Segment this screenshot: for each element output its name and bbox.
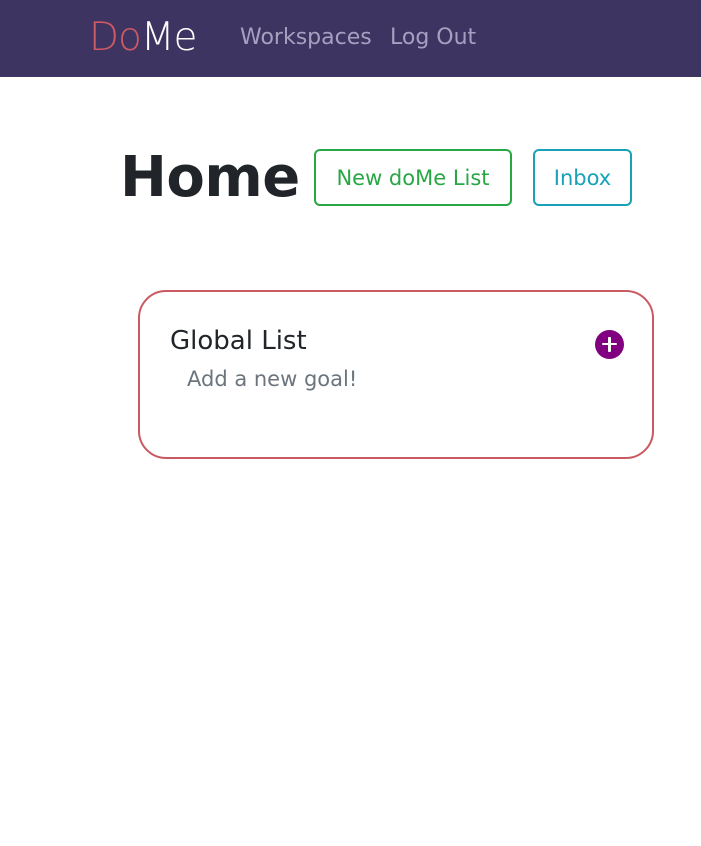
- plus-circle-icon[interactable]: [595, 330, 624, 359]
- brand-logo[interactable]: DoMe: [89, 14, 198, 62]
- list-card: Global List Add a new goal!: [138, 290, 654, 459]
- add-goal-input[interactable]: Add a new goal!: [187, 364, 357, 394]
- inbox-button[interactable]: Inbox: [533, 149, 632, 206]
- new-dome-list-button[interactable]: New doMe List: [314, 149, 512, 206]
- page-title: Home: [120, 145, 300, 210]
- list-card-title: Global List: [170, 326, 307, 356]
- nav-link-log-out[interactable]: Log Out: [390, 24, 476, 52]
- brand-part-do: Do: [89, 15, 142, 60]
- nav-link-workspaces[interactable]: Workspaces: [240, 24, 372, 52]
- brand-part-me: Me: [140, 15, 198, 60]
- navbar: DoMe Workspaces Log Out: [0, 0, 701, 77]
